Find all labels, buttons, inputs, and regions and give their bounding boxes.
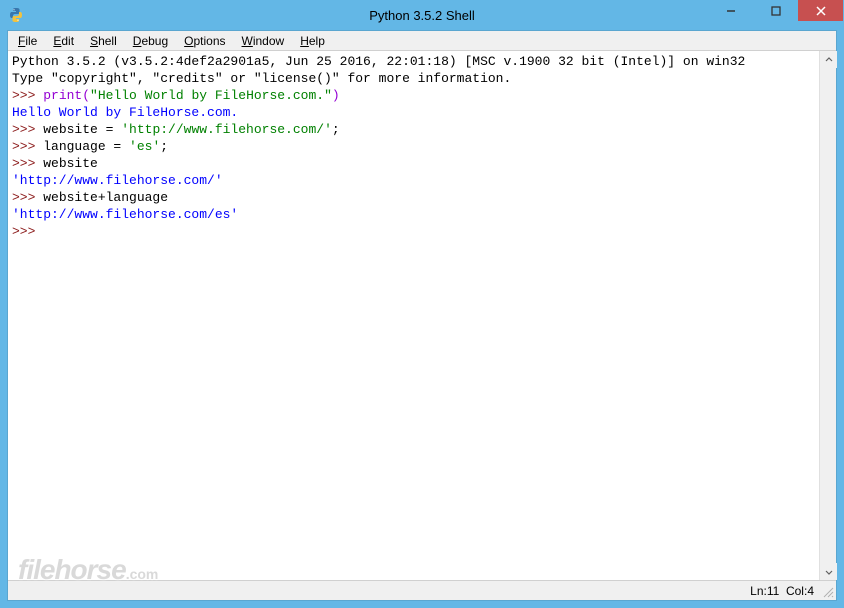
close-icon (816, 6, 826, 16)
string-literal: 'es' (129, 139, 160, 154)
menu-file-rest: ile (25, 34, 37, 48)
menu-options-rest: ptions (193, 34, 225, 48)
prompt: >>> (12, 190, 43, 205)
menu-debug[interactable]: Debug (125, 32, 176, 50)
window-frame: Python 3.5.2 Shell File Edit Shell Debug… (0, 0, 844, 608)
statusbar: Ln: 11 Col: 4 (8, 580, 836, 600)
minimize-icon (726, 6, 736, 16)
titlebar[interactable]: Python 3.5.2 Shell (0, 0, 844, 30)
menu-shell-rest: hell (98, 34, 117, 48)
menu-edit[interactable]: Edit (45, 32, 82, 50)
window-controls (708, 0, 843, 21)
menu-edit-rest: dit (61, 34, 74, 48)
chevron-down-icon (825, 568, 833, 576)
menu-options[interactable]: Options (176, 32, 233, 50)
content-wrap: Python 3.5.2 (v3.5.2:4def2a2901a5, Jun 2… (8, 51, 836, 580)
chevron-up-icon (825, 56, 833, 64)
status-spacer (779, 584, 786, 598)
line-value: 11 (767, 584, 779, 598)
prompt: >>> (12, 88, 43, 103)
code-text: website (43, 156, 98, 171)
code-text: website = (43, 122, 121, 137)
menu-window[interactable]: Window (234, 32, 293, 50)
vertical-scrollbar[interactable] (819, 51, 836, 580)
menu-shell[interactable]: Shell (82, 32, 125, 50)
repr-output: 'http://www.filehorse.com/es' (12, 207, 238, 222)
col-label: Col: (786, 584, 807, 598)
prompt: >>> (12, 122, 43, 137)
string-arg: "Hello World by FileHorse.com." (90, 88, 332, 103)
stdout-line: Hello World by FileHorse.com. (12, 105, 238, 120)
menu-window-rest: indow (253, 34, 284, 48)
close-button[interactable] (798, 0, 843, 21)
minimize-button[interactable] (708, 0, 753, 21)
menu-debug-rest: ebug (141, 34, 168, 48)
prompt: >>> (12, 139, 43, 154)
call-print: print (43, 88, 82, 103)
banner-line-1: Python 3.5.2 (v3.5.2:4def2a2901a5, Jun 2… (12, 54, 745, 69)
banner-line-2: Type "copyright", "credits" or "license(… (12, 71, 511, 86)
code-tail: ; (332, 122, 340, 137)
string-literal: 'http://www.filehorse.com/' (121, 122, 332, 137)
shell-editor[interactable]: Python 3.5.2 (v3.5.2:4def2a2901a5, Jun 2… (8, 51, 819, 580)
menu-file[interactable]: File (10, 32, 45, 50)
scroll-up-button[interactable] (820, 51, 837, 68)
code-text: website+language (43, 190, 168, 205)
paren-open: ( (82, 88, 90, 103)
maximize-icon (771, 6, 781, 16)
menu-help[interactable]: Help (292, 32, 333, 50)
resize-grip-icon[interactable] (822, 586, 834, 598)
prompt: >>> (12, 224, 43, 239)
menubar: File Edit Shell Debug Options Window Hel… (8, 31, 836, 51)
prompt: >>> (12, 156, 43, 171)
menu-help-rest: elp (309, 34, 325, 48)
col-value: 4 (807, 584, 814, 598)
code-tail: ; (160, 139, 168, 154)
python-icon (8, 7, 24, 23)
paren-close: ) (332, 88, 340, 103)
client-area: File Edit Shell Debug Options Window Hel… (7, 30, 837, 601)
repr-output: 'http://www.filehorse.com/' (12, 173, 223, 188)
scroll-down-button[interactable] (820, 563, 837, 580)
line-label: Ln: (750, 584, 767, 598)
maximize-button[interactable] (753, 0, 798, 21)
code-text: language = (43, 139, 129, 154)
